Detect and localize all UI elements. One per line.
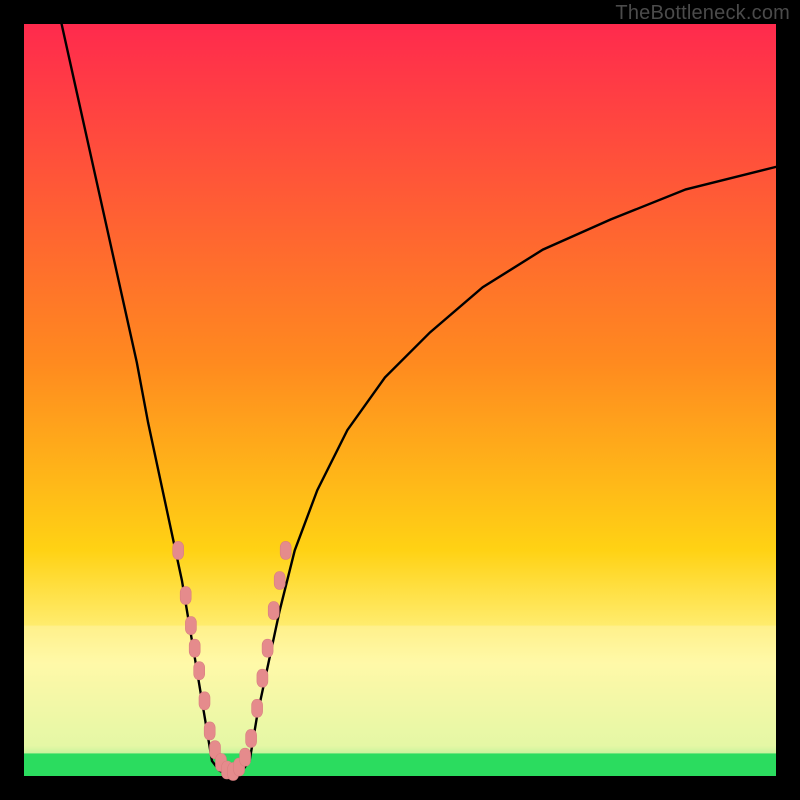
- outer-frame: TheBottleneck.com: [0, 0, 800, 800]
- marker-point: [185, 617, 196, 635]
- marker-point: [257, 669, 268, 687]
- marker-point: [180, 587, 191, 605]
- bottleneck-chart: [0, 0, 800, 800]
- marker-point: [274, 572, 285, 590]
- marker-point: [240, 748, 251, 766]
- marker-point: [199, 692, 210, 710]
- green-band: [24, 753, 776, 776]
- marker-point: [252, 699, 263, 717]
- marker-point: [204, 722, 215, 740]
- pale-band: [24, 626, 776, 754]
- marker-point: [189, 639, 200, 657]
- marker-point: [262, 639, 273, 657]
- marker-point: [246, 729, 257, 747]
- watermark-text: TheBottleneck.com: [615, 2, 790, 25]
- marker-point: [173, 541, 184, 559]
- marker-point: [194, 662, 205, 680]
- marker-point: [280, 541, 291, 559]
- marker-point: [268, 602, 279, 620]
